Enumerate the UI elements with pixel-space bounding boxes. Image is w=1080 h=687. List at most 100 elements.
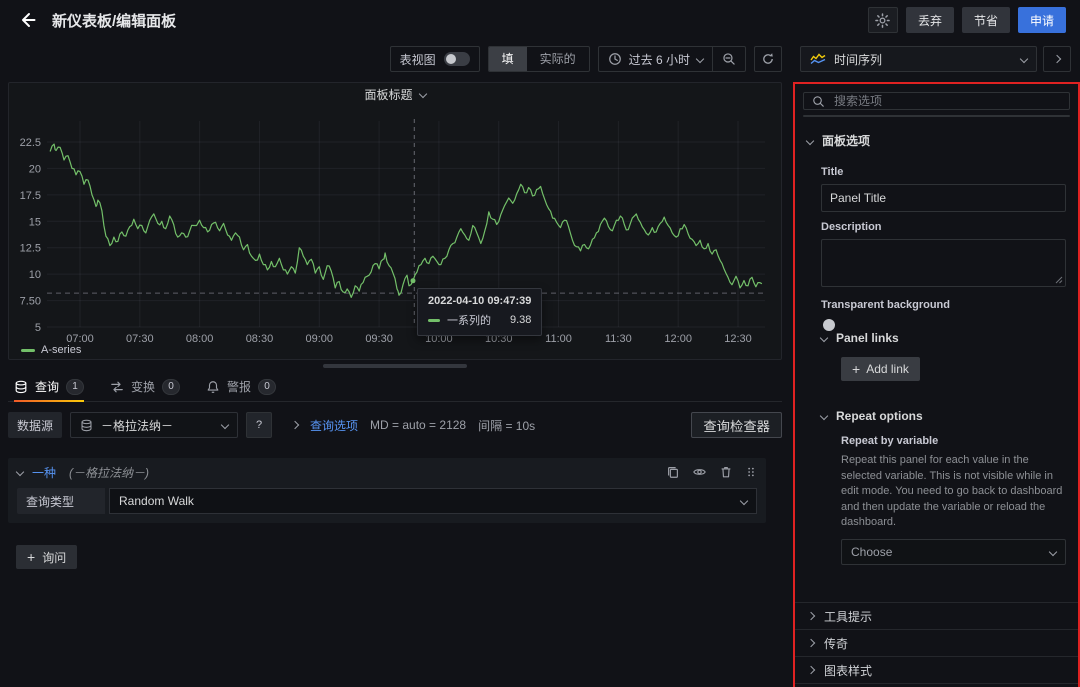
hide-query-button[interactable] [692,465,707,479]
visualization-picker[interactable]: 时间序列 [800,46,1037,72]
chevron-down-icon [820,412,828,420]
options-search-input[interactable] [832,93,1061,109]
collapse-options-button[interactable] [1043,46,1071,72]
tooltip-series-name: 一系列的 [447,312,491,328]
database-icon [80,419,93,432]
apply-button[interactable]: 申请 [1018,7,1066,33]
section-label: 传奇 [824,635,848,652]
arrow-left-icon [18,10,38,30]
section-legend[interactable]: 传奇 [795,629,1078,656]
query-options-interval: 间隔 = 10s [478,417,535,434]
tab-query[interactable]: 查询 1 [14,372,84,401]
svg-text:07:30: 07:30 [126,333,154,345]
chart-tooltip: 2022-04-10 09:47:39 一系列的 9.38 [417,288,542,336]
timeseries-chart[interactable]: 22.52017.51512.5107.50507:0007:3008:0008… [9,105,781,359]
toolbar-left: 表视图 填 实际的 过去 6 小时 [0,46,790,72]
datasource-label: 数据源 [8,412,62,438]
tab-transform[interactable]: 变换 0 [110,372,180,401]
section-label: 工具提示 [824,608,872,625]
top-bar: 新仪表板/编辑面板 丢弃 节省 申请 [0,0,1080,40]
svg-text:09:30: 09:30 [365,333,393,345]
add-link-button[interactable]: Add link [841,357,920,381]
tab-alert[interactable]: 警报 0 [206,372,276,401]
visualization-label: 时间序列 [834,51,882,68]
panel-title: 面板标题 [364,86,412,103]
description-textarea[interactable] [821,239,1066,287]
discard-button[interactable]: 丢弃 [906,7,954,33]
toolbar-right: 时间序列 [790,46,1080,72]
back-button[interactable] [14,6,42,34]
refresh-icon [761,52,775,66]
tab-alert-label: 警报 [227,378,251,395]
toolbar: 表视图 填 实际的 过去 6 小时 [0,44,1080,74]
drag-query-handle[interactable] [745,465,757,479]
svg-text:09:00: 09:00 [306,333,334,345]
query-type-value: Random Walk [119,494,194,508]
chevron-down-icon [806,136,814,144]
query-row-header[interactable]: 一种 (－格拉法纳－) [8,458,766,486]
settings-button[interactable] [868,7,898,33]
panel-options-header-label: 面板选项 [822,132,870,149]
timeseries-chart-icon [810,53,826,65]
svg-text:12:30: 12:30 [724,333,752,345]
panel-title-input[interactable] [821,184,1066,212]
tab-alert-count: 0 [258,379,276,395]
duplicate-query-button[interactable] [666,465,680,479]
query-name[interactable]: 一种 [32,464,56,481]
resize-handle[interactable] [323,364,467,368]
panel-links-header-label: Panel links [836,331,899,345]
description-label: Description [821,221,1066,233]
workspace: 面板标题 22.52017.51512.5107.50507:0007:3008… [0,82,1080,687]
fill-option[interactable]: 填 [489,47,527,71]
panel-title-menu[interactable]: 面板标题 [9,83,781,105]
save-button[interactable]: 节省 [962,7,1010,33]
bell-icon [206,380,220,394]
chevron-down-icon [221,421,229,429]
plus-icon [27,550,35,565]
panel-options-section-header[interactable]: 面板选项 [795,117,1078,157]
chevron-down-icon [740,497,748,505]
zoom-out-icon [722,52,736,66]
actual-option[interactable]: 实际的 [527,47,589,71]
repeat-variable-select[interactable]: Choose [841,539,1066,565]
add-link-label: Add link [866,362,909,376]
query-options-link[interactable]: 查询选项 [310,417,358,434]
gear-icon [875,13,890,28]
panel-links-section-header[interactable]: Panel links [821,331,1066,345]
svg-text:12.5: 12.5 [20,243,41,255]
datasource-help-button[interactable] [246,412,272,438]
collapsed-sections: 工具提示 传奇 图表样式 轴 标准选项 [795,602,1078,687]
refresh-button[interactable] [754,46,782,72]
datasource-value: －格拉法纳－ [101,417,173,434]
section-tooltip[interactable]: 工具提示 [795,602,1078,629]
database-icon [14,380,28,394]
svg-text:11:30: 11:30 [605,333,632,345]
zoom-out-button[interactable] [712,47,745,71]
query-type-select[interactable]: Random Walk [109,488,757,514]
fit-mode-segmented: 填 实际的 [488,46,590,72]
query-datasource: (－格拉法纳－) [69,464,149,481]
datasource-select[interactable]: －格拉法纳－ [70,412,238,438]
table-view-label: 表视图 [400,51,436,68]
eye-icon [692,465,707,479]
chart-panel: 面板标题 22.52017.51512.5107.50507:0007:3008… [8,82,782,360]
tooltip-timestamp: 2022-04-10 09:47:39 [428,295,531,307]
add-query-button[interactable]: 询问 [16,545,77,569]
chevron-right-icon [807,612,815,620]
chart-svg: 22.52017.51512.5107.50507:0007:3008:0008… [9,105,781,361]
query-tabs: 查询 1 变换 0 警报 0 [8,372,782,402]
table-view-toggle-group: 表视图 [390,46,480,72]
section-graph-styles[interactable]: 图表样式 [795,656,1078,683]
chevron-right-icon [807,666,815,674]
delete-query-button[interactable] [719,465,733,479]
legend-item[interactable]: A-series [21,344,81,356]
repeat-by-variable-label: Repeat by variable [841,435,1066,447]
query-inspector-button[interactable]: 查询检查器 [691,412,782,438]
resize-corner-icon[interactable] [1055,276,1063,284]
section-axis[interactable]: 轴 [795,683,1078,687]
time-range-picker[interactable]: 过去 6 小时 [599,47,712,71]
main-area: 面板标题 22.52017.51512.5107.50507:0007:3008… [0,82,790,687]
svg-text:22.5: 22.5 [20,137,41,149]
repeat-options-section-header[interactable]: Repeat options [821,409,1066,423]
table-view-toggle[interactable] [444,52,470,66]
